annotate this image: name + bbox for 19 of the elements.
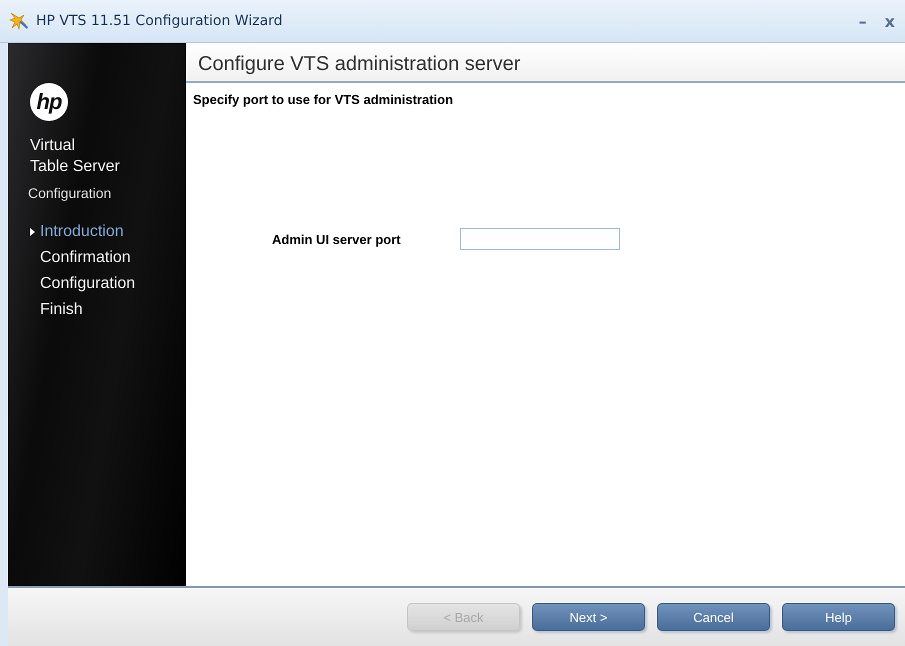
product-name: Virtual — [30, 136, 76, 156]
minimize-button[interactable]: – — [856, 12, 869, 30]
input-field[interactable] — [460, 228, 620, 250]
step-item[interactable]: Confirmation — [40, 249, 131, 267]
instruction-text: Specify port to use for VTS administration — [192, 91, 454, 109]
step-item[interactable]: Configuration — [40, 275, 136, 293]
field-label: Admin UI server port — [272, 232, 402, 246]
wizard-button[interactable]: Next > — [532, 603, 645, 631]
product-name: Table Server — [30, 157, 120, 177]
step-item[interactable]: Finish — [40, 301, 83, 319]
product-subtitle: Configuration — [28, 185, 112, 201]
close-button[interactable]: x — [882, 12, 897, 30]
star-wrench-icon — [8, 11, 30, 31]
window-title: HP VTS 11.51 Configuration Wizard — [36, 13, 284, 29]
step-item[interactable]: Introduction — [40, 223, 124, 241]
pointer-icon — [30, 228, 35, 236]
wizard-button[interactable]: Cancel — [657, 603, 770, 631]
logo: hp — [30, 83, 68, 121]
wizard-button[interactable]: Help — [782, 603, 895, 631]
